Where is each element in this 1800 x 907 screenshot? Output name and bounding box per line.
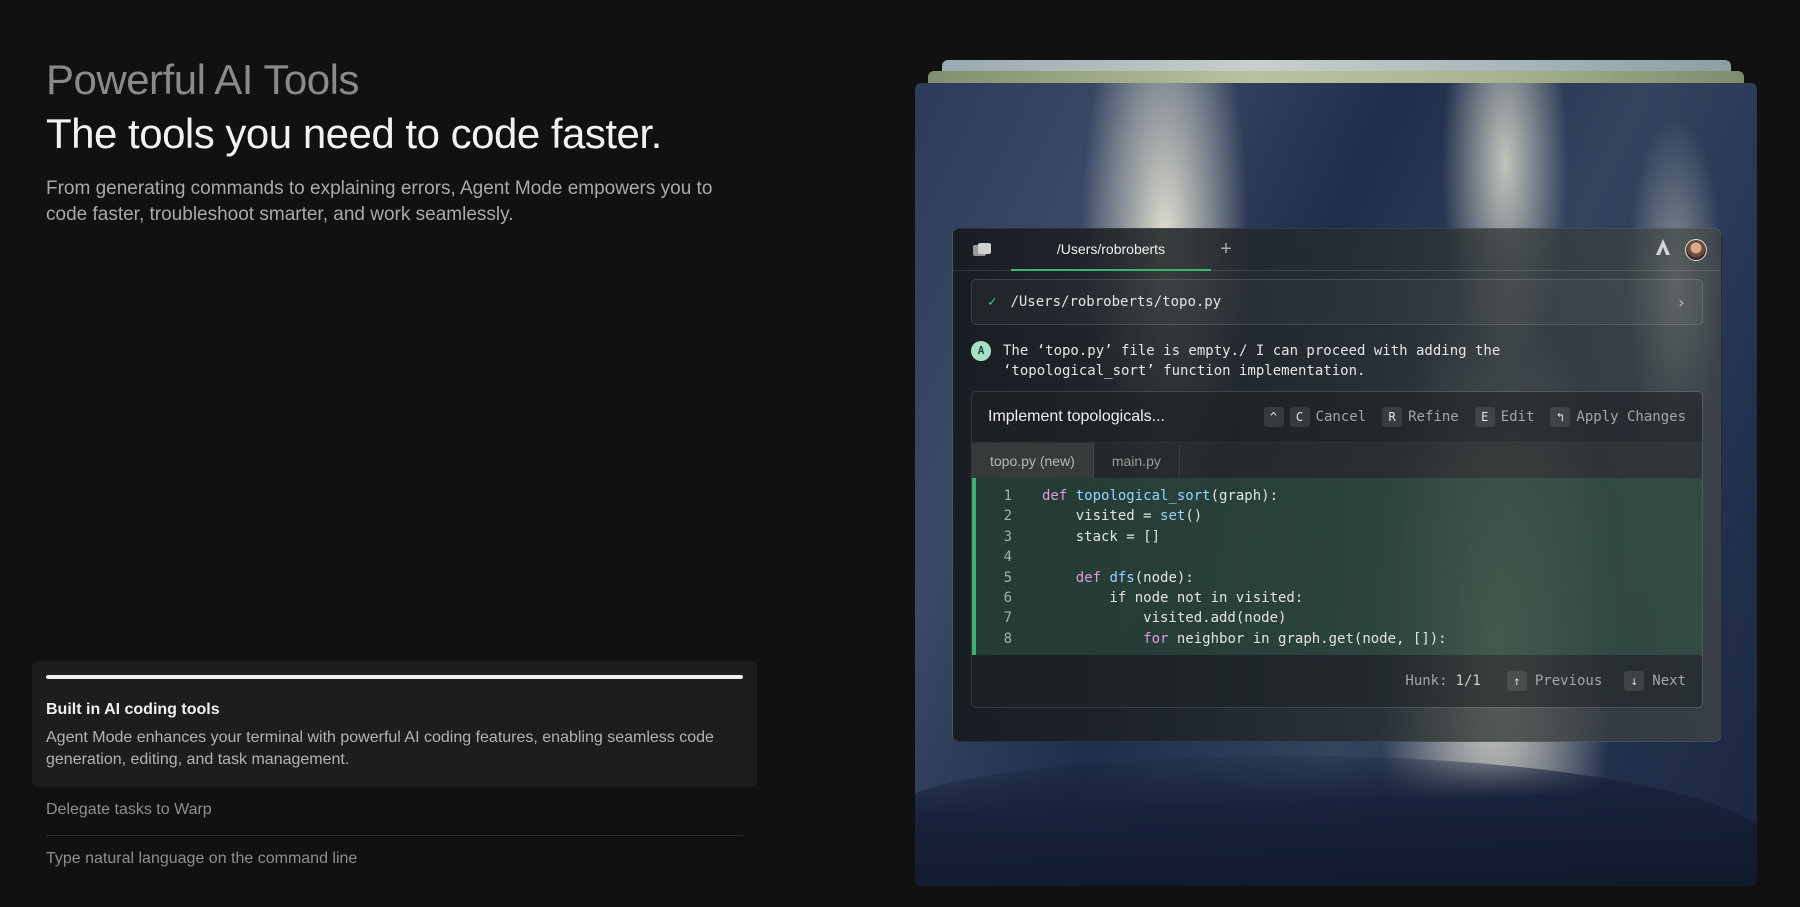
line-number: 6: [1003, 589, 1012, 606]
r-key: R: [1382, 407, 1403, 427]
edit-button[interactable]: Edit: [1501, 409, 1535, 425]
file-tab-main[interactable]: main.py: [1094, 443, 1180, 478]
line-number: 4: [1003, 549, 1012, 566]
feature-progress-fill: [46, 675, 743, 679]
hero-section: Powerful AI Tools The tools you need to …: [46, 52, 746, 228]
feature-item-delegate[interactable]: Delegate tasks to Warp: [46, 787, 743, 836]
tab-bar: /Users/robroberts +: [953, 229, 1721, 271]
diff-footer: Hunk: 1/1 ↑ Previous ↓ Next: [972, 655, 1702, 708]
diff-title: Implement topologicals...: [988, 408, 1165, 425]
line-number: 5: [1003, 569, 1012, 586]
panel-toggle-icon[interactable]: [953, 229, 1011, 271]
feature-title: Built in AI coding tools: [46, 701, 220, 718]
arrow-down-icon: ↓: [1624, 671, 1645, 692]
check-icon: ✓: [988, 294, 997, 310]
agent-badge-icon: A: [971, 341, 991, 361]
diff-header: Implement topologicals... ^ C Cancel R R…: [972, 392, 1702, 442]
diff-actions: ^ C Cancel R Refine E Edit ↰ Apply Chang…: [1263, 407, 1686, 427]
ai-message-line-2: ‘topological_sort’ function implementati…: [1003, 363, 1366, 379]
e-key: E: [1474, 407, 1495, 427]
code-text: if node not in visited:: [1042, 589, 1304, 606]
hunk-value: 1/1: [1455, 673, 1481, 690]
hunk-label: Hunk:: [1405, 673, 1448, 690]
file-tabs: topo.py (new) main.py: [972, 442, 1702, 478]
feature-progress-track: [46, 675, 743, 679]
next-button[interactable]: Next: [1652, 673, 1686, 689]
code-line: 5 def dfs(node):: [976, 568, 1702, 588]
file-tab-topo[interactable]: topo.py (new): [972, 443, 1094, 478]
feature-item-natural-language[interactable]: Type natural language on the command lin…: [46, 836, 743, 884]
code-text: for neighbor in graph.get(node, []):: [1143, 630, 1447, 647]
code-line: 2 visited = set(): [976, 506, 1702, 526]
file-path: /Users/robroberts/topo.py: [1010, 294, 1222, 310]
new-tab-icon[interactable]: +: [1211, 238, 1241, 261]
ai-message: A The ‘topo.py’ file is empty./ I can pr…: [971, 341, 1703, 381]
arrow-up-icon: ↑: [1506, 671, 1527, 692]
code-block: 1 def topological_sort(graph): 2 visited …: [972, 478, 1702, 656]
line-number: 8: [1003, 630, 1012, 647]
refine-button[interactable]: Refine: [1408, 409, 1459, 425]
line-number: 1: [1003, 488, 1012, 504]
chevron-right-icon[interactable]: ›: [1676, 293, 1686, 312]
feature-list: Built in AI coding tools Agent Mode enha…: [32, 661, 757, 884]
line-number: 2: [1003, 508, 1012, 525]
c-key: C: [1289, 407, 1310, 427]
code-line: 8 for neighbor in graph.get(node, []):: [976, 629, 1702, 649]
code-text: def topological_sort(graph):: [1042, 488, 1279, 504]
code-line: 7 visited.add(node): [976, 608, 1702, 628]
code-text: stack = []: [1042, 528, 1161, 545]
hero-description: From generating commands to explaining e…: [46, 178, 713, 225]
code-text: def dfs(node):: [1075, 569, 1194, 586]
apply-changes-button[interactable]: Apply Changes: [1576, 409, 1686, 425]
warp-logo-icon[interactable]: [1655, 238, 1671, 261]
ctrl-key: ^: [1263, 407, 1284, 427]
tab-robroberts[interactable]: /Users/robroberts: [1011, 229, 1211, 271]
ai-message-line-1: The ‘topo.py’ file is empty./ I can proc…: [1003, 343, 1501, 359]
code-line: 3 stack = []: [976, 527, 1702, 547]
line-number: 3: [1003, 528, 1012, 545]
diff-panel: Implement topologicals... ^ C Cancel R R…: [971, 391, 1703, 709]
previous-button[interactable]: Previous: [1535, 673, 1602, 689]
hero-headline: The tools you need to code faster.: [46, 110, 662, 157]
feature-description: Agent Mode enhances your terminal with p…: [46, 729, 714, 768]
terminal-window: /Users/robroberts + ✓ /Users/robroberts/…: [952, 228, 1722, 742]
code-line: 6 if node not in visited:: [976, 588, 1702, 608]
feature-card-active[interactable]: Built in AI coding tools Agent Mode enha…: [32, 661, 757, 787]
code-line: 4: [976, 547, 1702, 567]
enter-key-icon: ↰: [1550, 407, 1571, 427]
avatar[interactable]: [1685, 238, 1707, 261]
code-text: visited.add(node): [1042, 610, 1287, 627]
hero-eyebrow: Powerful AI Tools: [46, 56, 359, 103]
line-number: 7: [1003, 610, 1012, 627]
cancel-button[interactable]: Cancel: [1316, 409, 1367, 425]
file-path-bar[interactable]: ✓ /Users/robroberts/topo.py ›: [971, 279, 1703, 325]
code-line: 1 def topological_sort(graph):: [976, 486, 1702, 506]
code-text: visited = set(): [1042, 508, 1203, 525]
